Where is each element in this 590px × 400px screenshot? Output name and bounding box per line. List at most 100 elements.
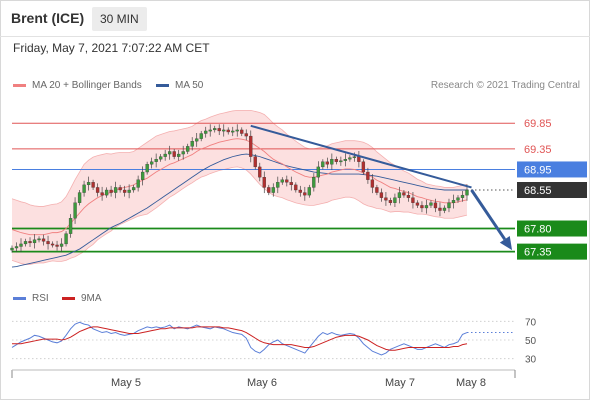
bollinger-band-area: [12, 110, 467, 265]
current-label: 68.55: [524, 185, 552, 197]
candle-body: [433, 202, 438, 209]
candle-body: [186, 146, 190, 152]
candle-body: [118, 187, 122, 191]
candle-body: [334, 159, 339, 162]
x-tick-label: May 5: [111, 377, 141, 389]
candle-body: [343, 159, 348, 161]
candle-body: [32, 239, 37, 244]
candle-body: [370, 179, 375, 188]
candle-body: [222, 129, 226, 132]
x-tick-label: May 6: [247, 377, 277, 389]
candle-body: [104, 189, 109, 196]
candle-body: [339, 160, 343, 163]
forecast-arrow-head: [499, 235, 513, 251]
candle-body: [37, 238, 41, 241]
candle-body: [86, 182, 91, 186]
candle-body: [379, 192, 384, 198]
rsi-tick-label: 50: [525, 336, 537, 347]
candle-body: [28, 241, 32, 244]
candle-body: [456, 197, 460, 201]
candle-body: [64, 233, 68, 245]
candle-body: [50, 243, 55, 246]
candle-body: [321, 161, 325, 168]
candle-body: [352, 156, 357, 158]
candle-body: [41, 238, 46, 242]
candle-body: [68, 218, 73, 234]
candle-body: [199, 133, 203, 139]
candle-body: [204, 130, 208, 134]
candle-body: [217, 128, 221, 132]
candle-body: [451, 200, 456, 203]
candle-body: [330, 159, 334, 165]
candle-body: [375, 187, 379, 193]
candle-body: [23, 241, 28, 245]
forecast-arrow-shaft: [470, 189, 507, 241]
candle-body: [100, 192, 104, 196]
candle-body: [303, 192, 307, 196]
candle-body: [415, 202, 420, 206]
candle-body: [172, 151, 176, 157]
rsi-ma-line: [12, 326, 468, 351]
price-and-rsi-chart: 69.85 69.35 68.95 68.55 67.80 67.35 70 50 30 May …: [10, 110, 587, 389]
candle-body: [460, 194, 465, 198]
candle-body: [231, 130, 235, 133]
candle-body: [307, 187, 311, 196]
candle-body: [131, 187, 136, 191]
candle-body: [14, 246, 19, 249]
candle-body: [388, 200, 393, 203]
candle-body: [91, 182, 95, 188]
candle-body: [249, 135, 253, 157]
support-label: 67.35: [524, 247, 552, 259]
candle-body: [122, 189, 127, 193]
candle-body: [258, 166, 262, 178]
candle-body: [113, 187, 118, 193]
candle-body: [420, 205, 424, 209]
candle-body: [357, 156, 361, 162]
candle-body: [442, 207, 447, 211]
candle-body: [267, 187, 271, 193]
candle-body: [276, 182, 280, 188]
rsi-tick-label: 70: [525, 317, 537, 328]
candle-body: [190, 141, 194, 147]
candle-body: [136, 179, 140, 188]
candle-body: [240, 129, 244, 134]
candle-body: [140, 171, 145, 180]
candle-body: [163, 153, 167, 157]
candle-body: [402, 192, 406, 196]
candle-body: [429, 202, 433, 206]
candle-body: [312, 177, 316, 188]
candle-body: [411, 197, 415, 203]
candle-body: [109, 189, 113, 193]
candle-body: [208, 129, 212, 132]
candle-body: [77, 192, 82, 203]
candle-body: [406, 194, 411, 198]
candle-body: [424, 205, 429, 209]
candle-body: [195, 138, 199, 142]
candle-body: [177, 153, 181, 157]
candle-body: [159, 156, 163, 160]
candle-body: [145, 164, 149, 173]
support-label: 67.80: [524, 224, 552, 236]
candle-body: [82, 184, 86, 193]
candle-body: [10, 247, 14, 251]
candle-body: [262, 177, 266, 188]
candle-body: [19, 243, 23, 247]
candle-body: [348, 157, 352, 160]
candle-body: [384, 197, 388, 201]
candle-body: [366, 171, 370, 180]
candle-body: [55, 244, 59, 247]
candle-body: [127, 189, 131, 193]
candle-body: [393, 197, 397, 203]
candle-body: [213, 128, 217, 131]
candle-body: [181, 151, 185, 155]
candle-body: [95, 187, 100, 193]
candle-body: [46, 241, 50, 245]
candle-body: [235, 129, 239, 132]
candle-body: [154, 159, 158, 162]
candle-body: [438, 207, 442, 211]
candle-body: [59, 243, 64, 247]
candle-body: [316, 166, 320, 178]
rsi-line: [11, 321, 468, 356]
x-tick-label: May 8: [456, 377, 486, 389]
candle-body: [253, 156, 257, 168]
